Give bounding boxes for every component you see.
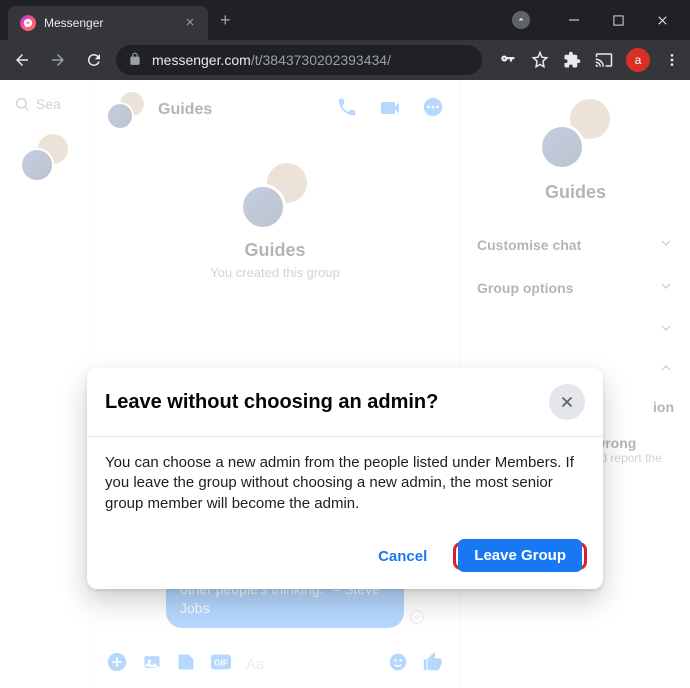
profile-avatar[interactable]: a — [626, 48, 650, 72]
new-tab-button[interactable]: + — [220, 10, 231, 31]
close-window-button[interactable] — [642, 4, 682, 36]
lock-icon — [128, 52, 142, 69]
modal-body: You can choose a new admin from the peop… — [87, 437, 603, 530]
address-bar: messenger.com/t/3843730202393434/ a — [0, 40, 690, 80]
reload-button[interactable] — [80, 46, 108, 74]
window-controls — [512, 4, 682, 36]
bookmark-star-icon[interactable] — [530, 50, 550, 70]
tab-title: Messenger — [44, 16, 176, 30]
url-path: /t/3843730202393434/ — [251, 52, 391, 68]
leave-group-modal: Leave without choosing an admin? You can… — [87, 368, 603, 589]
close-tab-icon[interactable] — [184, 16, 196, 31]
key-icon[interactable] — [498, 50, 518, 70]
url-host: messenger.com — [152, 52, 251, 68]
tab-bar: Messenger + — [0, 0, 690, 40]
cancel-button[interactable]: Cancel — [364, 540, 441, 573]
modal-backdrop[interactable]: Leave without choosing an admin? You can… — [0, 80, 690, 688]
close-icon — [558, 393, 576, 411]
messenger-content: Sea Guides Guides You created this group — [0, 80, 690, 688]
highlight-annotation: Leave Group — [453, 542, 587, 570]
modal-title: Leave without choosing an admin? — [105, 391, 438, 414]
menu-icon[interactable] — [662, 50, 682, 70]
maximize-button[interactable] — [598, 4, 638, 36]
back-button[interactable] — [8, 46, 36, 74]
browser-window: Messenger + messenger.com/t/384373020239… — [0, 0, 690, 688]
close-button[interactable] — [549, 384, 585, 420]
cast-icon[interactable] — [594, 50, 614, 70]
url-field[interactable]: messenger.com/t/3843730202393434/ — [116, 45, 482, 75]
messenger-icon — [20, 15, 36, 31]
minimize-button[interactable] — [554, 4, 594, 36]
browser-tab[interactable]: Messenger — [8, 6, 208, 40]
profile-switcher-icon[interactable] — [512, 11, 530, 29]
extensions-icon[interactable] — [562, 50, 582, 70]
leave-group-button[interactable]: Leave Group — [458, 539, 582, 572]
forward-button[interactable] — [44, 46, 72, 74]
address-icons: a — [498, 48, 682, 72]
